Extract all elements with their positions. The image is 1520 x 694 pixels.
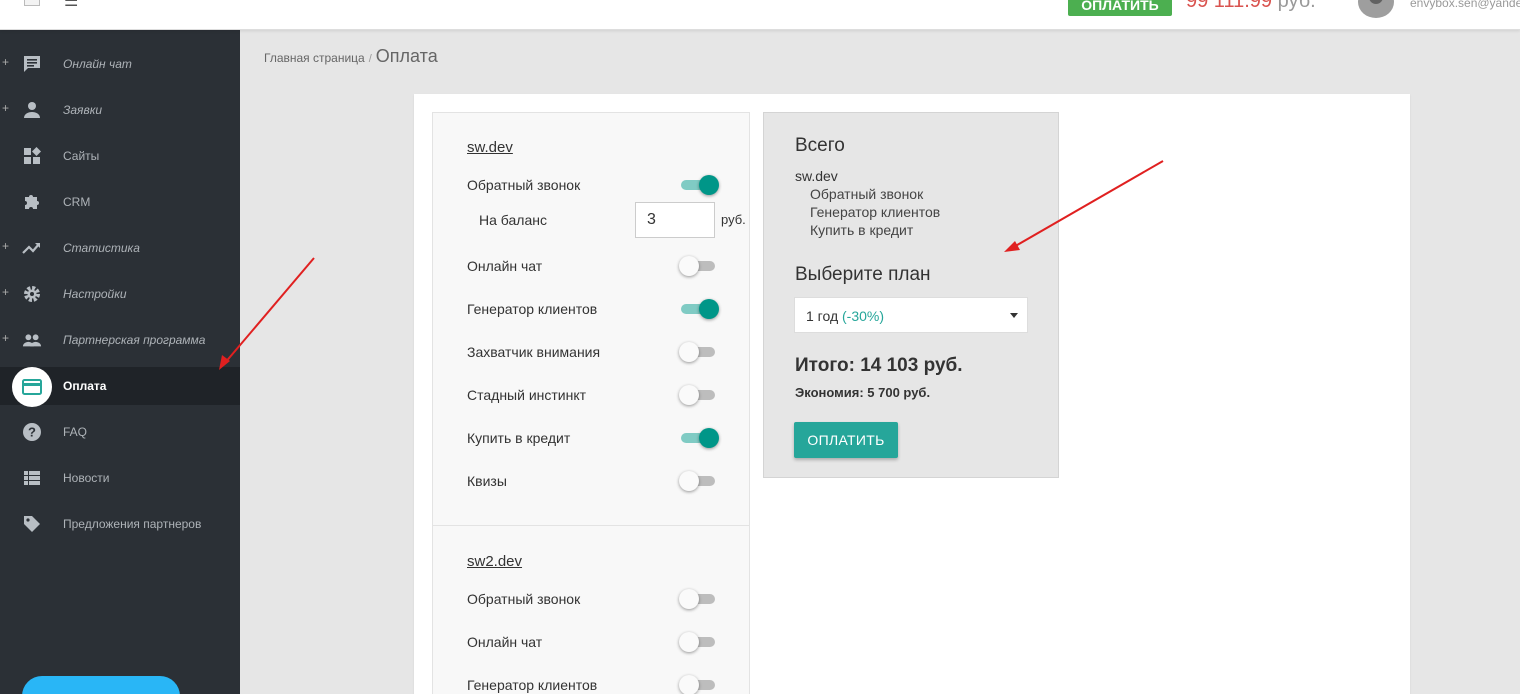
divider	[433, 525, 749, 526]
sites-options-panel: sw.dev Обратный звонок На баланс руб. Он…	[432, 112, 750, 694]
sidebar-item-label: Статистика	[63, 241, 140, 255]
sidebar-item-partner-program[interactable]: + Партнерская программа	[0, 321, 240, 359]
widgets-icon	[22, 146, 42, 166]
sidebar-item-online-chat[interactable]: + Онлайн чат	[0, 45, 240, 83]
menu-icon[interactable]: ☰	[64, 0, 78, 10]
support-button[interactable]	[22, 676, 180, 694]
sidebar-item-label: Партнерская программа	[63, 333, 206, 347]
breadcrumb-home-link[interactable]: Главная страница	[264, 51, 365, 65]
sidebar: + Онлайн чат + Заявки Сайты CRM + Статис…	[0, 30, 240, 694]
toggle-lead-generator[interactable]	[681, 299, 719, 319]
balance-currency: руб.	[1277, 0, 1316, 12]
option-label-quizzes: Квизы	[467, 473, 507, 489]
option-label-online-chat: Онлайн чат	[467, 634, 543, 650]
option-label-online-chat: Онлайн чат	[467, 258, 543, 274]
sidebar-item-label: Настройки	[63, 287, 127, 301]
plan-selected-value: 1 год (-30%)	[806, 308, 884, 324]
credit-card-icon	[12, 367, 52, 407]
option-label-callback: Обратный звонок	[467, 177, 581, 193]
avatar[interactable]	[1358, 0, 1394, 18]
toggle-quizzes[interactable]	[679, 471, 717, 491]
option-label-lead-generator: Генератор клиентов	[467, 301, 598, 317]
chat-icon	[22, 54, 42, 74]
toggle-lead-generator[interactable]	[679, 675, 717, 694]
breadcrumb: Главная страница / Оплата	[264, 46, 438, 70]
help-icon: ?	[22, 422, 42, 442]
balance-unit: руб.	[721, 212, 746, 227]
expand-icon[interactable]: +	[2, 55, 9, 69]
payment-card: sw.dev Обратный звонок На баланс руб. Он…	[414, 94, 1410, 694]
plan-period: 1 год	[806, 308, 839, 324]
toggle-attention-grabber[interactable]	[679, 342, 717, 362]
balance-value: 99 111.99	[1186, 0, 1273, 12]
expand-icon[interactable]: +	[2, 285, 9, 299]
total-amount: Итого: 14 103 руб.	[795, 355, 963, 376]
order-summary-panel: Всего sw.dev Обратный звонок Генератор к…	[763, 112, 1059, 478]
sidebar-item-label: Оплата	[63, 379, 107, 393]
sidebar-item-requests[interactable]: + Заявки	[0, 91, 240, 129]
sidebar-item-partner-offers[interactable]: Предложения партнеров	[0, 505, 240, 543]
summary-site-name: sw.dev	[795, 168, 838, 184]
balance-amount: 99 111.99 руб.	[1186, 0, 1316, 13]
sidebar-item-label: CRM	[63, 195, 91, 209]
option-label-lead-generator: Генератор клиентов	[467, 677, 598, 693]
balance-input[interactable]	[635, 202, 715, 238]
toggle-callback[interactable]	[681, 175, 719, 195]
pay-button[interactable]: ОПЛАТИТЬ	[794, 422, 898, 458]
summary-title: Всего	[795, 135, 845, 156]
list-icon	[22, 468, 42, 488]
summary-item: Купить в кредит	[810, 222, 914, 238]
people-icon	[22, 330, 42, 350]
svg-text:?: ?	[28, 425, 36, 440]
gear-icon	[22, 284, 42, 304]
sidebar-item-label: Предложения партнеров	[63, 517, 202, 531]
toggle-herd-instinct[interactable]	[679, 385, 717, 405]
plan-discount: (-30%)	[842, 308, 885, 324]
sidebar-item-label: Онлайн чат	[63, 57, 132, 71]
toggle-online-chat[interactable]	[679, 256, 717, 276]
option-label-buy-on-credit: Купить в кредит	[467, 430, 571, 446]
option-label-herd-instinct: Стадный инстинкт	[467, 387, 587, 403]
summary-item: Генератор клиентов	[810, 204, 941, 220]
chevron-down-icon	[1010, 313, 1018, 318]
summary-item: Обратный звонок	[810, 186, 924, 202]
toggle-callback[interactable]	[679, 589, 717, 609]
sidebar-item-label: Новости	[63, 471, 110, 485]
site-name-link[interactable]: sw2.dev	[467, 553, 522, 570]
tag-icon	[22, 514, 42, 534]
toggle-buy-on-credit[interactable]	[681, 428, 719, 448]
site-name-link[interactable]: sw.dev	[467, 139, 513, 156]
expand-icon[interactable]: +	[2, 101, 9, 115]
sidebar-item-label: FAQ	[63, 425, 88, 439]
top-bar: ☰ ОПЛАТИТЬ 99 111.99 руб. envybox.sen@ya…	[0, 0, 1520, 30]
breadcrumb-separator: /	[368, 53, 372, 65]
expand-icon[interactable]: +	[2, 239, 9, 253]
sidebar-item-label: Сайты	[63, 149, 100, 163]
user-email[interactable]: envybox.sen@yandex	[1410, 0, 1520, 10]
sidebar-item-settings[interactable]: + Настройки	[0, 275, 240, 313]
sidebar-item-news[interactable]: Новости	[0, 459, 240, 497]
sidebar-item-payment[interactable]: Оплата	[0, 367, 240, 407]
page-title: Оплата	[375, 46, 438, 66]
balance-label: На баланс	[479, 212, 547, 228]
sidebar-item-label: Заявки	[63, 103, 103, 117]
plan-select[interactable]: 1 год (-30%)	[794, 297, 1028, 333]
sidebar-item-statistics[interactable]: + Статистика	[0, 229, 240, 267]
option-label-attention-grabber: Захватчик внимания	[467, 344, 601, 360]
person-icon	[22, 100, 42, 120]
toggle-online-chat[interactable]	[679, 632, 717, 652]
plan-title: Выберите план	[795, 264, 931, 285]
savings-amount: Экономия: 5 700 руб.	[795, 385, 931, 400]
sidebar-item-faq[interactable]: ? FAQ	[0, 413, 240, 451]
sidebar-item-sites[interactable]: Сайты	[0, 137, 240, 175]
expand-icon[interactable]: +	[2, 331, 9, 345]
option-label-callback: Обратный звонок	[467, 591, 581, 607]
top-pay-button[interactable]: ОПЛАТИТЬ	[1068, 0, 1172, 16]
trending-icon	[22, 238, 42, 258]
logo-image[interactable]	[24, 0, 40, 6]
sidebar-item-crm[interactable]: CRM	[0, 183, 240, 221]
puzzle-icon	[22, 192, 42, 212]
